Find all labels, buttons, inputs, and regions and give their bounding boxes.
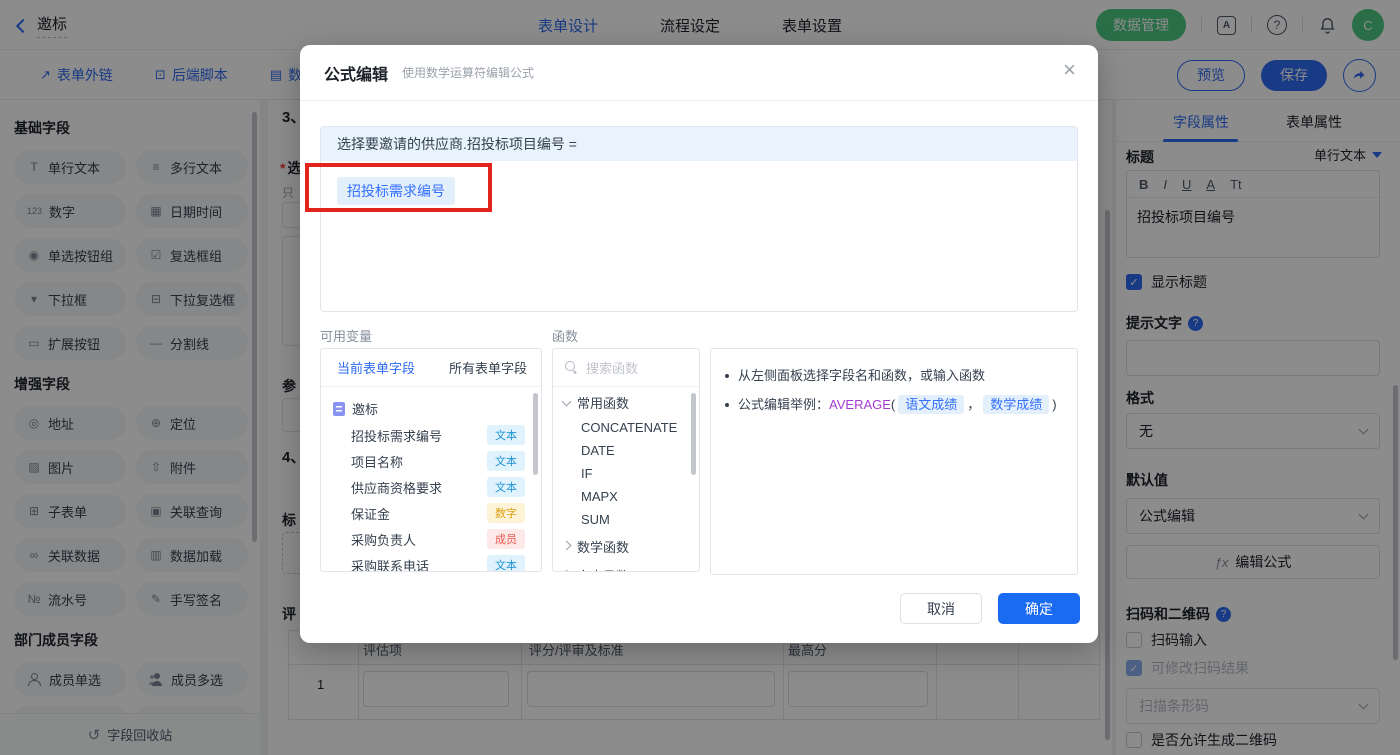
chevron-down-icon xyxy=(561,396,572,406)
variable-row[interactable]: 招投标需求编号 文本 xyxy=(321,422,541,448)
type-badge: 成员 xyxy=(487,529,525,549)
function-item[interactable]: SUM xyxy=(553,508,699,531)
formula-token[interactable]: 招投标需求编号 xyxy=(337,177,455,205)
example-token: 数学成绩 xyxy=(983,395,1050,414)
type-badge: 文本 xyxy=(487,425,525,445)
function-group-text[interactable]: 文本函数 xyxy=(553,560,699,571)
cancel-button[interactable]: 取消 xyxy=(900,593,982,624)
confirm-button[interactable]: 确定 xyxy=(998,593,1080,624)
variables-label: 可用变量 xyxy=(320,329,373,344)
search-icon xyxy=(565,361,578,374)
function-item[interactable]: MAPX xyxy=(553,485,699,508)
hint-line-2: 公式编辑举例：AVERAGE(语文成绩，数学成绩) xyxy=(738,395,1057,414)
tab-all-form-fields[interactable]: 所有表单字段 xyxy=(449,358,527,377)
variable-row[interactable]: 保证金 数字 xyxy=(321,500,541,526)
type-badge: 数字 xyxy=(487,503,525,523)
formula-hints-panel: 从左侧面板选择字段名和函数，或输入函数 公式编辑举例：AVERAGE(语文成绩，… xyxy=(710,348,1078,575)
variable-row[interactable]: 采购联系电话 文本 xyxy=(321,552,541,571)
formula-target-bar: 选择要邀请的供应商.招投标项目编号 = xyxy=(321,127,1077,161)
function-search-input[interactable]: 搜索函数 xyxy=(553,349,699,387)
modal-header: 公式编辑 使用数学运算符编辑公式 × xyxy=(300,45,1098,101)
tab-current-form-fields[interactable]: 当前表单字段 xyxy=(337,358,415,377)
type-badge: 文本 xyxy=(487,451,525,471)
form-node[interactable]: 邀标 xyxy=(321,395,541,422)
formula-editor[interactable]: 选择要邀请的供应商.招投标项目编号 = 招投标需求编号 xyxy=(320,126,1078,312)
function-item[interactable]: DATE xyxy=(553,439,699,462)
function-group-math[interactable]: 数学函数 xyxy=(553,531,699,560)
search-placeholder: 搜索函数 xyxy=(586,361,639,376)
function-group-common[interactable]: 常用函数 xyxy=(553,387,699,416)
hint-line-1: 从左侧面板选择字段名和函数，或输入函数 xyxy=(738,368,986,383)
chevron-right-icon xyxy=(561,540,572,550)
type-badge: 文本 xyxy=(487,555,525,571)
type-badge: 文本 xyxy=(487,477,525,497)
variable-row[interactable]: 供应商资格要求 文本 xyxy=(321,474,541,500)
variables-scrollbar[interactable] xyxy=(533,393,538,475)
example-function-name: AVERAGE xyxy=(829,397,891,412)
bullet-icon xyxy=(725,403,729,407)
modal-subtitle: 使用数学运算符编辑公式 xyxy=(402,66,535,80)
functions-label: 函数 xyxy=(552,329,579,344)
close-icon[interactable]: × xyxy=(1063,59,1076,81)
variable-row[interactable]: 项目名称 文本 xyxy=(321,448,541,474)
functions-scrollbar[interactable] xyxy=(691,393,696,475)
variable-row[interactable]: 采购负责人 成员 xyxy=(321,526,541,552)
document-icon xyxy=(333,401,345,416)
modal-title: 公式编辑 xyxy=(324,66,389,84)
function-item[interactable]: CONCATENATE xyxy=(553,416,699,439)
bullet-icon xyxy=(725,374,729,378)
chevron-right-icon xyxy=(561,569,572,571)
formula-edit-modal: 公式编辑 使用数学运算符编辑公式 × 选择要邀请的供应商.招投标项目编号 = 招… xyxy=(300,45,1098,643)
functions-panel: 搜索函数 常用函数 CONCATENATE DATE IF MAPX SUM 数… xyxy=(552,348,700,572)
variables-panel: 当前表单字段 所有表单字段 邀标 招投标需求编号 文本 项目名称 文本 供应商资格要… xyxy=(320,348,542,572)
example-token: 语文成绩 xyxy=(898,395,965,414)
function-item[interactable]: IF xyxy=(553,462,699,485)
